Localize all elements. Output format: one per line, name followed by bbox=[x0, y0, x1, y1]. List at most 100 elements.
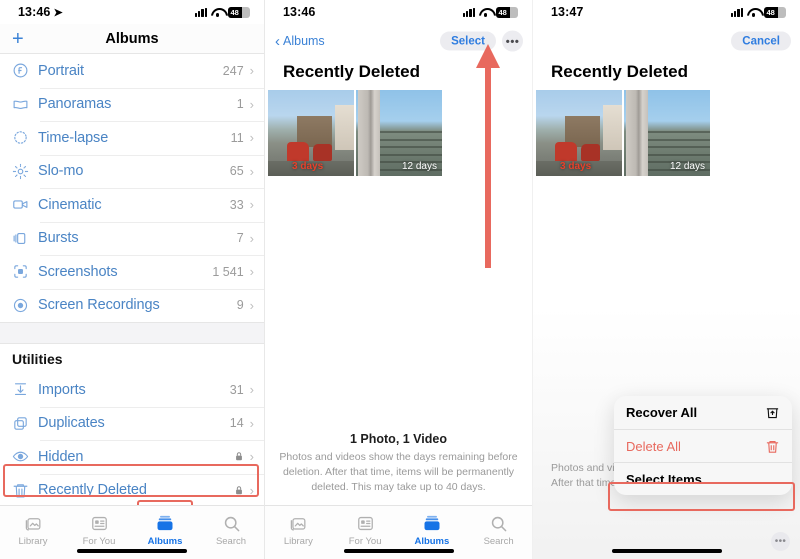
tab-library[interactable]: Library bbox=[0, 513, 66, 547]
screen-recordings-icon bbox=[12, 297, 38, 314]
album-row-count: 33 bbox=[229, 197, 244, 212]
lock-icon bbox=[234, 451, 244, 462]
chevron-right-icon: › bbox=[249, 163, 254, 179]
library-icon bbox=[24, 513, 43, 533]
panel-context-menu: 13:47 48 Cancel Recently Deleted 3 days bbox=[533, 0, 800, 559]
trash-icon bbox=[765, 439, 780, 454]
tab-for-you[interactable]: For You bbox=[332, 513, 399, 547]
section-divider bbox=[0, 322, 264, 344]
album-row-time-lapse[interactable]: Time-lapse 11 › bbox=[0, 121, 264, 155]
more-options-icon[interactable]: ••• bbox=[771, 532, 790, 551]
album-row-duplicates[interactable]: Duplicates 14 › bbox=[0, 406, 264, 441]
cancel-button[interactable]: Cancel bbox=[731, 31, 791, 51]
album-row-count: 31 bbox=[229, 382, 244, 397]
album-row-label: Cinematic bbox=[38, 196, 102, 213]
tab-library[interactable]: Library bbox=[265, 513, 332, 547]
imports-icon bbox=[12, 381, 38, 398]
hidden-icon bbox=[12, 448, 38, 465]
album-row-count: 14 bbox=[229, 416, 244, 431]
chevron-right-icon: › bbox=[249, 96, 254, 112]
utilities-list: Imports 31 › Duplicates 14 › Hidden › Recently D… bbox=[0, 373, 264, 507]
panel-recently-deleted: 13:46 48 ‹ Albums Select ••• Recently De… bbox=[265, 0, 533, 559]
page-title: Recently Deleted bbox=[283, 62, 420, 81]
photo-grid: 3 days 12 days bbox=[533, 90, 800, 176]
battery-icon: 48 bbox=[496, 6, 518, 18]
bursts-icon bbox=[12, 230, 38, 247]
menu-item-select-items[interactable]: Select Items bbox=[614, 462, 792, 495]
days-remaining-label: 3 days bbox=[560, 161, 592, 172]
tab-search[interactable]: Search bbox=[198, 513, 264, 547]
album-row-slo-mo[interactable]: Slo-mo 65 › bbox=[0, 154, 264, 189]
media-count-label: 1 Photo, 1 Video bbox=[349, 432, 447, 447]
menu-item-label: Recover All bbox=[626, 405, 698, 420]
wifi-icon bbox=[479, 7, 492, 17]
chevron-right-icon: › bbox=[249, 415, 254, 431]
wifi-icon bbox=[211, 7, 224, 17]
album-row-recently-deleted[interactable]: Recently Deleted › bbox=[0, 473, 264, 508]
album-row-screen-recordings[interactable]: Screen Recordings 9 › bbox=[0, 288, 264, 323]
add-album-button[interactable]: + bbox=[12, 29, 24, 49]
menu-item-recover-all[interactable]: Recover All bbox=[614, 396, 792, 429]
status-indicators: 48 bbox=[730, 6, 786, 18]
tab-for-you[interactable]: For You bbox=[66, 513, 132, 547]
tab-search[interactable]: Search bbox=[465, 513, 532, 547]
photo-street-scene[interactable]: 3 days bbox=[536, 90, 622, 176]
search-icon bbox=[489, 513, 508, 533]
tab-albums[interactable]: Albums bbox=[132, 513, 198, 547]
wifi-icon bbox=[747, 7, 760, 17]
album-row-bursts[interactable]: Bursts 7 › bbox=[0, 221, 264, 256]
library-icon bbox=[289, 513, 308, 533]
select-button[interactable]: Select bbox=[440, 31, 496, 51]
tab-label: Search bbox=[483, 536, 514, 547]
menu-item-label: Select Items bbox=[626, 471, 702, 487]
navigation-bar: Cancel bbox=[533, 24, 800, 58]
back-button-albums[interactable]: ‹ Albums bbox=[275, 34, 325, 49]
tab-albums[interactable]: Albums bbox=[399, 513, 466, 547]
photo-street-scene[interactable]: 3 days bbox=[268, 90, 354, 176]
tab-label: Library bbox=[283, 536, 313, 547]
albums-icon bbox=[155, 513, 175, 533]
navigation-bar: ‹ Albums Select ••• bbox=[265, 24, 532, 58]
navigation-bar: + Albums bbox=[0, 24, 264, 54]
album-row-screenshots[interactable]: Screenshots 1 541 › bbox=[0, 255, 264, 289]
footer-info: 1 Photo, 1 Video Photos and videos show … bbox=[265, 432, 532, 505]
album-row-label: Portrait bbox=[38, 62, 84, 79]
album-row-label: Screen Recordings bbox=[38, 297, 160, 314]
album-row-hidden[interactable]: Hidden › bbox=[0, 440, 264, 474]
album-row-imports[interactable]: Imports 31 › bbox=[0, 373, 264, 407]
album-row-label: Bursts bbox=[38, 230, 79, 247]
album-row-count: 1 bbox=[236, 97, 244, 112]
page-title: Recently Deleted bbox=[551, 62, 688, 81]
chevron-right-icon: › bbox=[249, 230, 254, 246]
three-panel-screenshot: 13:46 ➤ 48 + Albums Portrait 247 › Panorama… bbox=[0, 0, 800, 559]
recover-trash-icon bbox=[765, 405, 780, 420]
chevron-right-icon: › bbox=[249, 130, 254, 146]
chevron-right-icon: › bbox=[249, 449, 254, 465]
nav-actions: Cancel bbox=[731, 31, 791, 51]
album-row-panoramas[interactable]: Panoramas 1 › bbox=[0, 87, 264, 122]
search-icon bbox=[222, 513, 241, 533]
more-options-icon[interactable]: ••• bbox=[502, 30, 523, 52]
photo-fence[interactable]: 12 days bbox=[356, 90, 442, 176]
chevron-right-icon: › bbox=[249, 63, 254, 79]
photo-fence[interactable]: 12 days bbox=[624, 90, 710, 176]
home-indicator bbox=[343, 548, 454, 553]
menu-item-delete-all[interactable]: Delete All bbox=[614, 429, 792, 462]
panorama-icon bbox=[12, 96, 38, 113]
album-row-count: 11 bbox=[230, 130, 244, 145]
album-row-cinematic[interactable]: Cinematic 33 › bbox=[0, 188, 264, 222]
albums-icon bbox=[422, 513, 442, 533]
cellular-signal-icon bbox=[730, 7, 743, 17]
home-indicator bbox=[611, 548, 722, 553]
chevron-right-icon: › bbox=[249, 197, 254, 213]
album-row-label: Imports bbox=[38, 381, 86, 398]
utilities-section-header: Utilities bbox=[0, 344, 264, 373]
album-row-portrait[interactable]: Portrait 247 › bbox=[0, 54, 264, 88]
menu-item-label: Delete All bbox=[626, 438, 681, 454]
tab-label: Library bbox=[18, 536, 48, 547]
back-button-label: Albums bbox=[283, 34, 325, 48]
album-row-count: 247 bbox=[222, 63, 244, 78]
status-time-group: 13:46 ➤ bbox=[18, 5, 63, 19]
status-time: 13:46 bbox=[283, 5, 316, 19]
tab-label: For You bbox=[82, 536, 116, 547]
